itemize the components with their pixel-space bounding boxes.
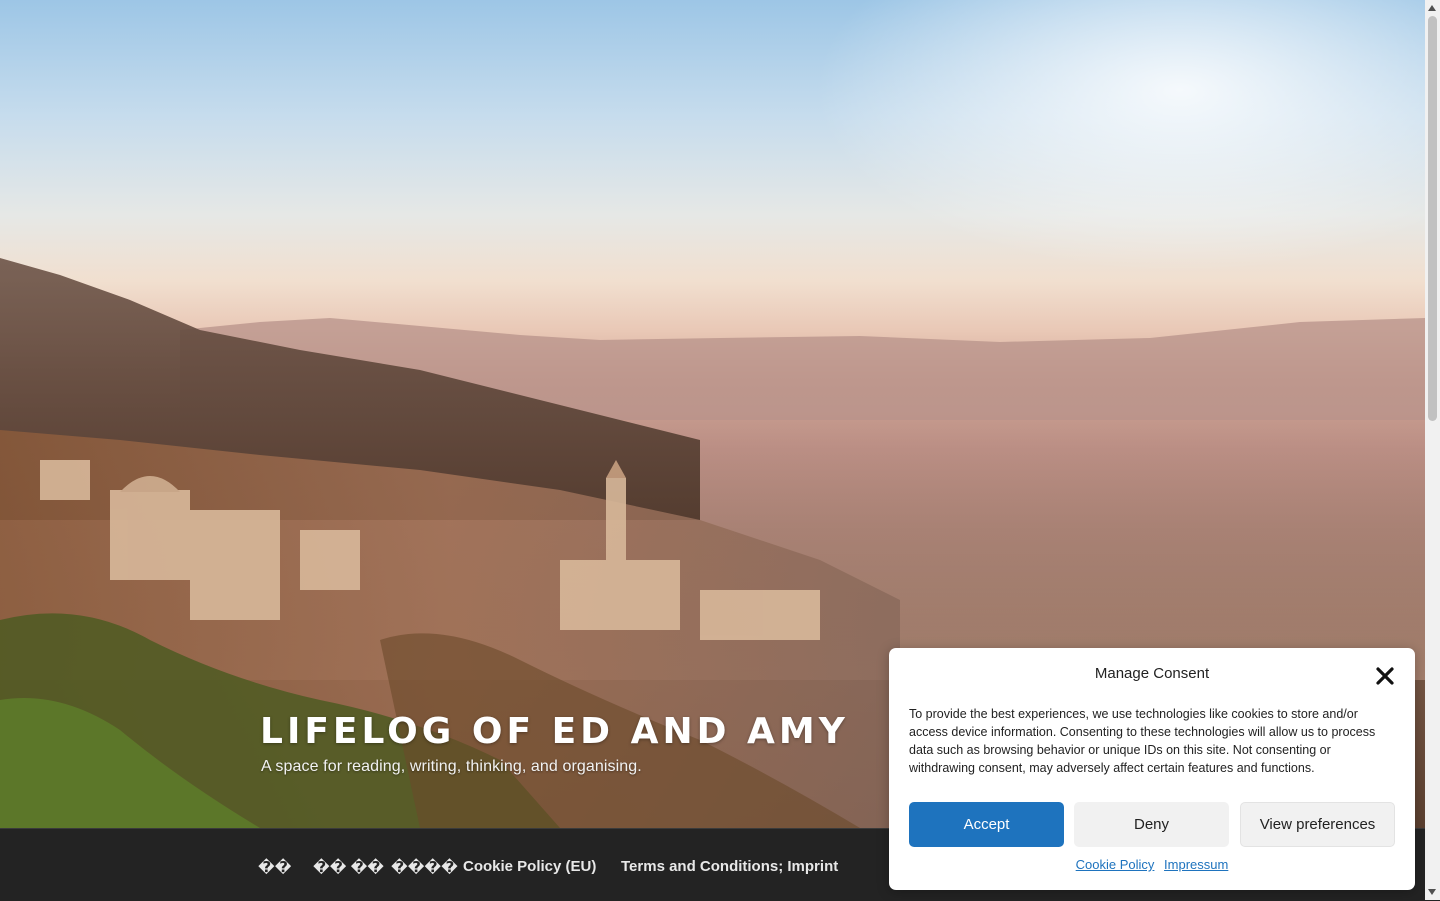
- nav-item-1[interactable]: ��: [258, 858, 291, 876]
- nav-item-cookie-policy[interactable]: Cookie Policy (EU): [463, 858, 596, 875]
- deny-button[interactable]: Deny: [1074, 802, 1229, 847]
- scroll-down-icon[interactable]: [1428, 889, 1436, 895]
- close-icon[interactable]: [1373, 664, 1397, 688]
- consent-dialog: Manage Consent To provide the best exper…: [889, 648, 1415, 890]
- cookie-policy-link[interactable]: Cookie Policy: [1076, 857, 1155, 872]
- nav-item-terms[interactable]: Terms and Conditions; Imprint: [621, 858, 838, 875]
- page-scrollbar[interactable]: [1425, 0, 1440, 900]
- nav-item-2[interactable]: �� ��: [313, 858, 384, 876]
- scroll-up-icon[interactable]: [1428, 5, 1436, 11]
- consent-message: To provide the best experiences, we use …: [909, 707, 1376, 775]
- accept-button[interactable]: Accept: [909, 802, 1064, 847]
- site-title[interactable]: LIFELOG OF ED AND AMY: [260, 708, 849, 756]
- consent-links: Cookie Policy Impressum: [889, 857, 1415, 872]
- view-preferences-button[interactable]: View preferences: [1240, 802, 1395, 847]
- consent-title: Manage Consent: [1094, 665, 1210, 682]
- scroll-thumb[interactable]: [1428, 16, 1437, 421]
- site-branding: LIFELOG OF ED AND AMY A space for readin…: [260, 708, 849, 776]
- site-tagline: A space for reading, writing, thinking, …: [261, 758, 642, 775]
- impressum-link[interactable]: Impressum: [1164, 857, 1228, 872]
- nav-item-3[interactable]: ����: [391, 858, 458, 876]
